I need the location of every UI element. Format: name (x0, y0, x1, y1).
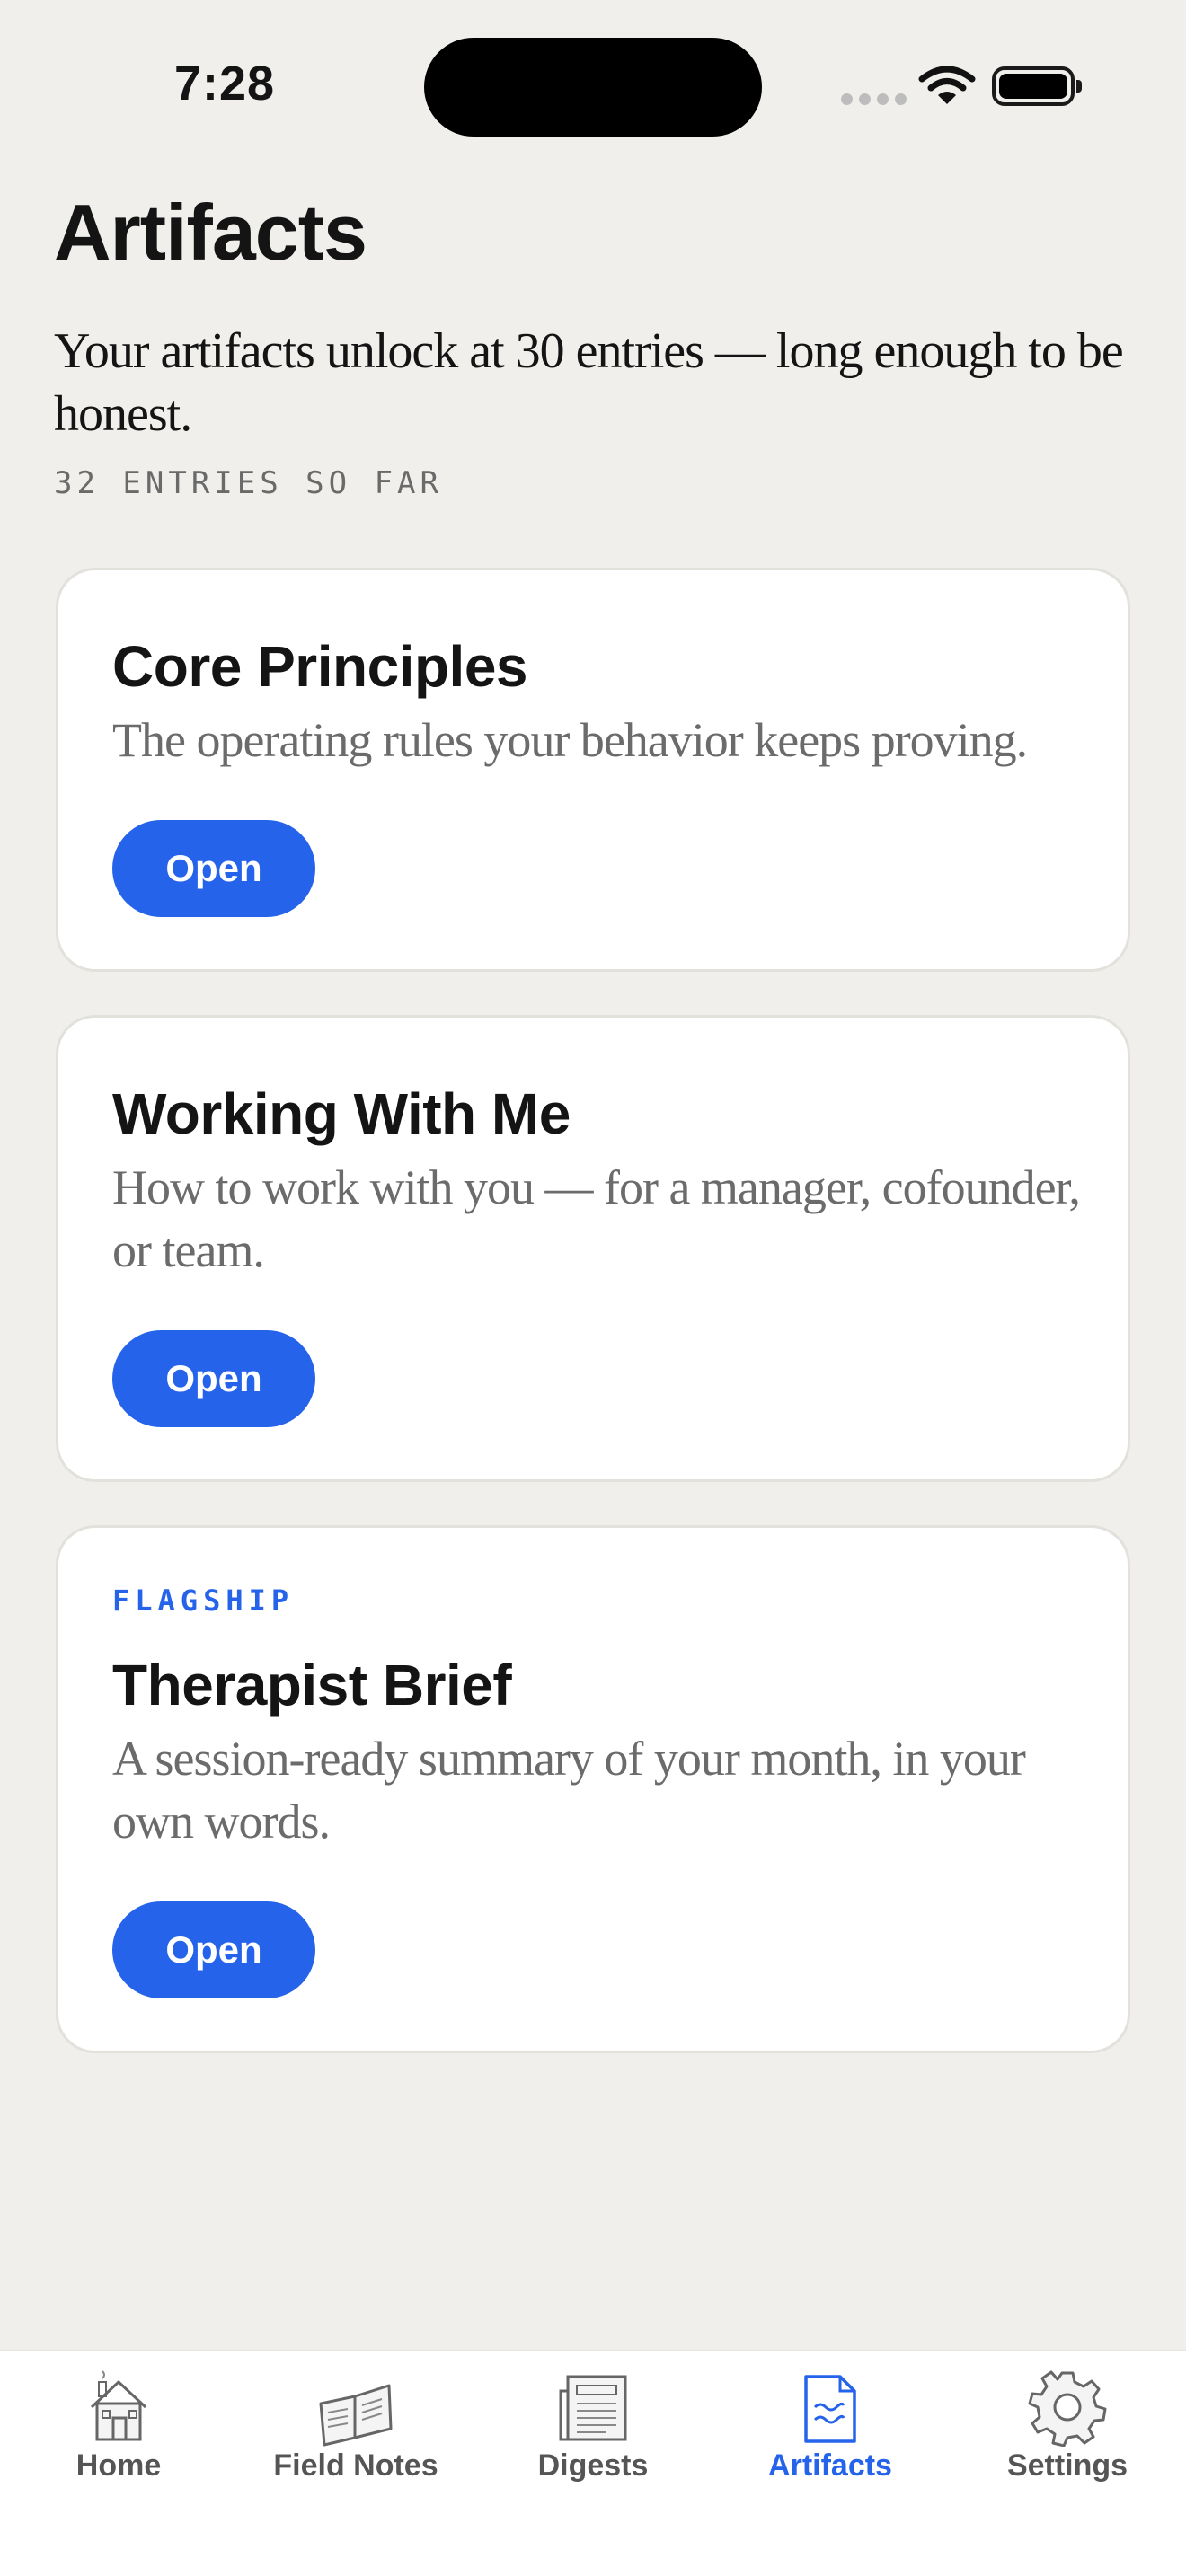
tab-artifacts[interactable]: Artifacts (712, 2368, 949, 2483)
artifact-description: A session-ready summary of your month, i… (112, 1732, 1026, 1848)
cellular-signal-icon (841, 93, 907, 105)
open-core-principles-button[interactable]: Open (112, 820, 315, 917)
flagship-badge: FLAGSHIP (112, 1584, 295, 1618)
battery-icon (992, 66, 1082, 106)
status-bar: 7:28 (0, 0, 1186, 171)
tab-label: Field Notes (273, 2448, 438, 2483)
tab-digests[interactable]: Digests (474, 2368, 712, 2483)
entry-count-label: 32 ENTRIES SO FAR (54, 465, 443, 501)
newspaper-icon (559, 2375, 627, 2441)
tab-label: Settings (1006, 2448, 1128, 2483)
tab-home[interactable]: Home (0, 2368, 237, 2483)
tab-settings[interactable]: Settings (949, 2368, 1186, 2483)
open-working-with-me-button[interactable]: Open (112, 1330, 315, 1427)
open-therapist-brief-button[interactable]: Open (112, 1901, 315, 1998)
artifact-description: How to work with you — for a manager, co… (112, 1160, 1081, 1277)
dynamic-island (424, 38, 762, 137)
wifi-icon (918, 66, 976, 104)
tab-field-notes[interactable]: Field Notes (237, 2368, 474, 2483)
house-icon (90, 2370, 147, 2441)
artifact-card-therapist-brief: FLAGSHIP Therapist Brief A session-ready… (56, 1525, 1130, 2053)
tab-label: Artifacts (768, 2448, 892, 2483)
artifact-card-core-principles: Core Principles The operating rules your… (56, 568, 1130, 972)
artifact-card-working-with-me: Working With Me How to work with you — f… (56, 1015, 1130, 1482)
status-time: 7:28 (174, 57, 276, 110)
gear-icon (1028, 2370, 1107, 2447)
artifact-title: Core Principles (112, 634, 528, 699)
open-book-icon (319, 2384, 393, 2447)
page-title: Artifacts (54, 188, 367, 277)
document-icon (804, 2375, 856, 2443)
artifact-title: Therapist Brief (112, 1653, 512, 1717)
artifact-description: The operating rules your behavior keeps … (112, 713, 1028, 767)
tab-label: Home (75, 2448, 162, 2483)
artifact-title: Working With Me (112, 1081, 571, 1146)
unlock-intro-text: Your artifacts unlock at 30 entries — lo… (54, 323, 1124, 442)
tab-label: Digests (537, 2448, 649, 2483)
tab-bar: Home Field Notes Digests Artifacts Setti… (0, 2350, 1186, 2576)
